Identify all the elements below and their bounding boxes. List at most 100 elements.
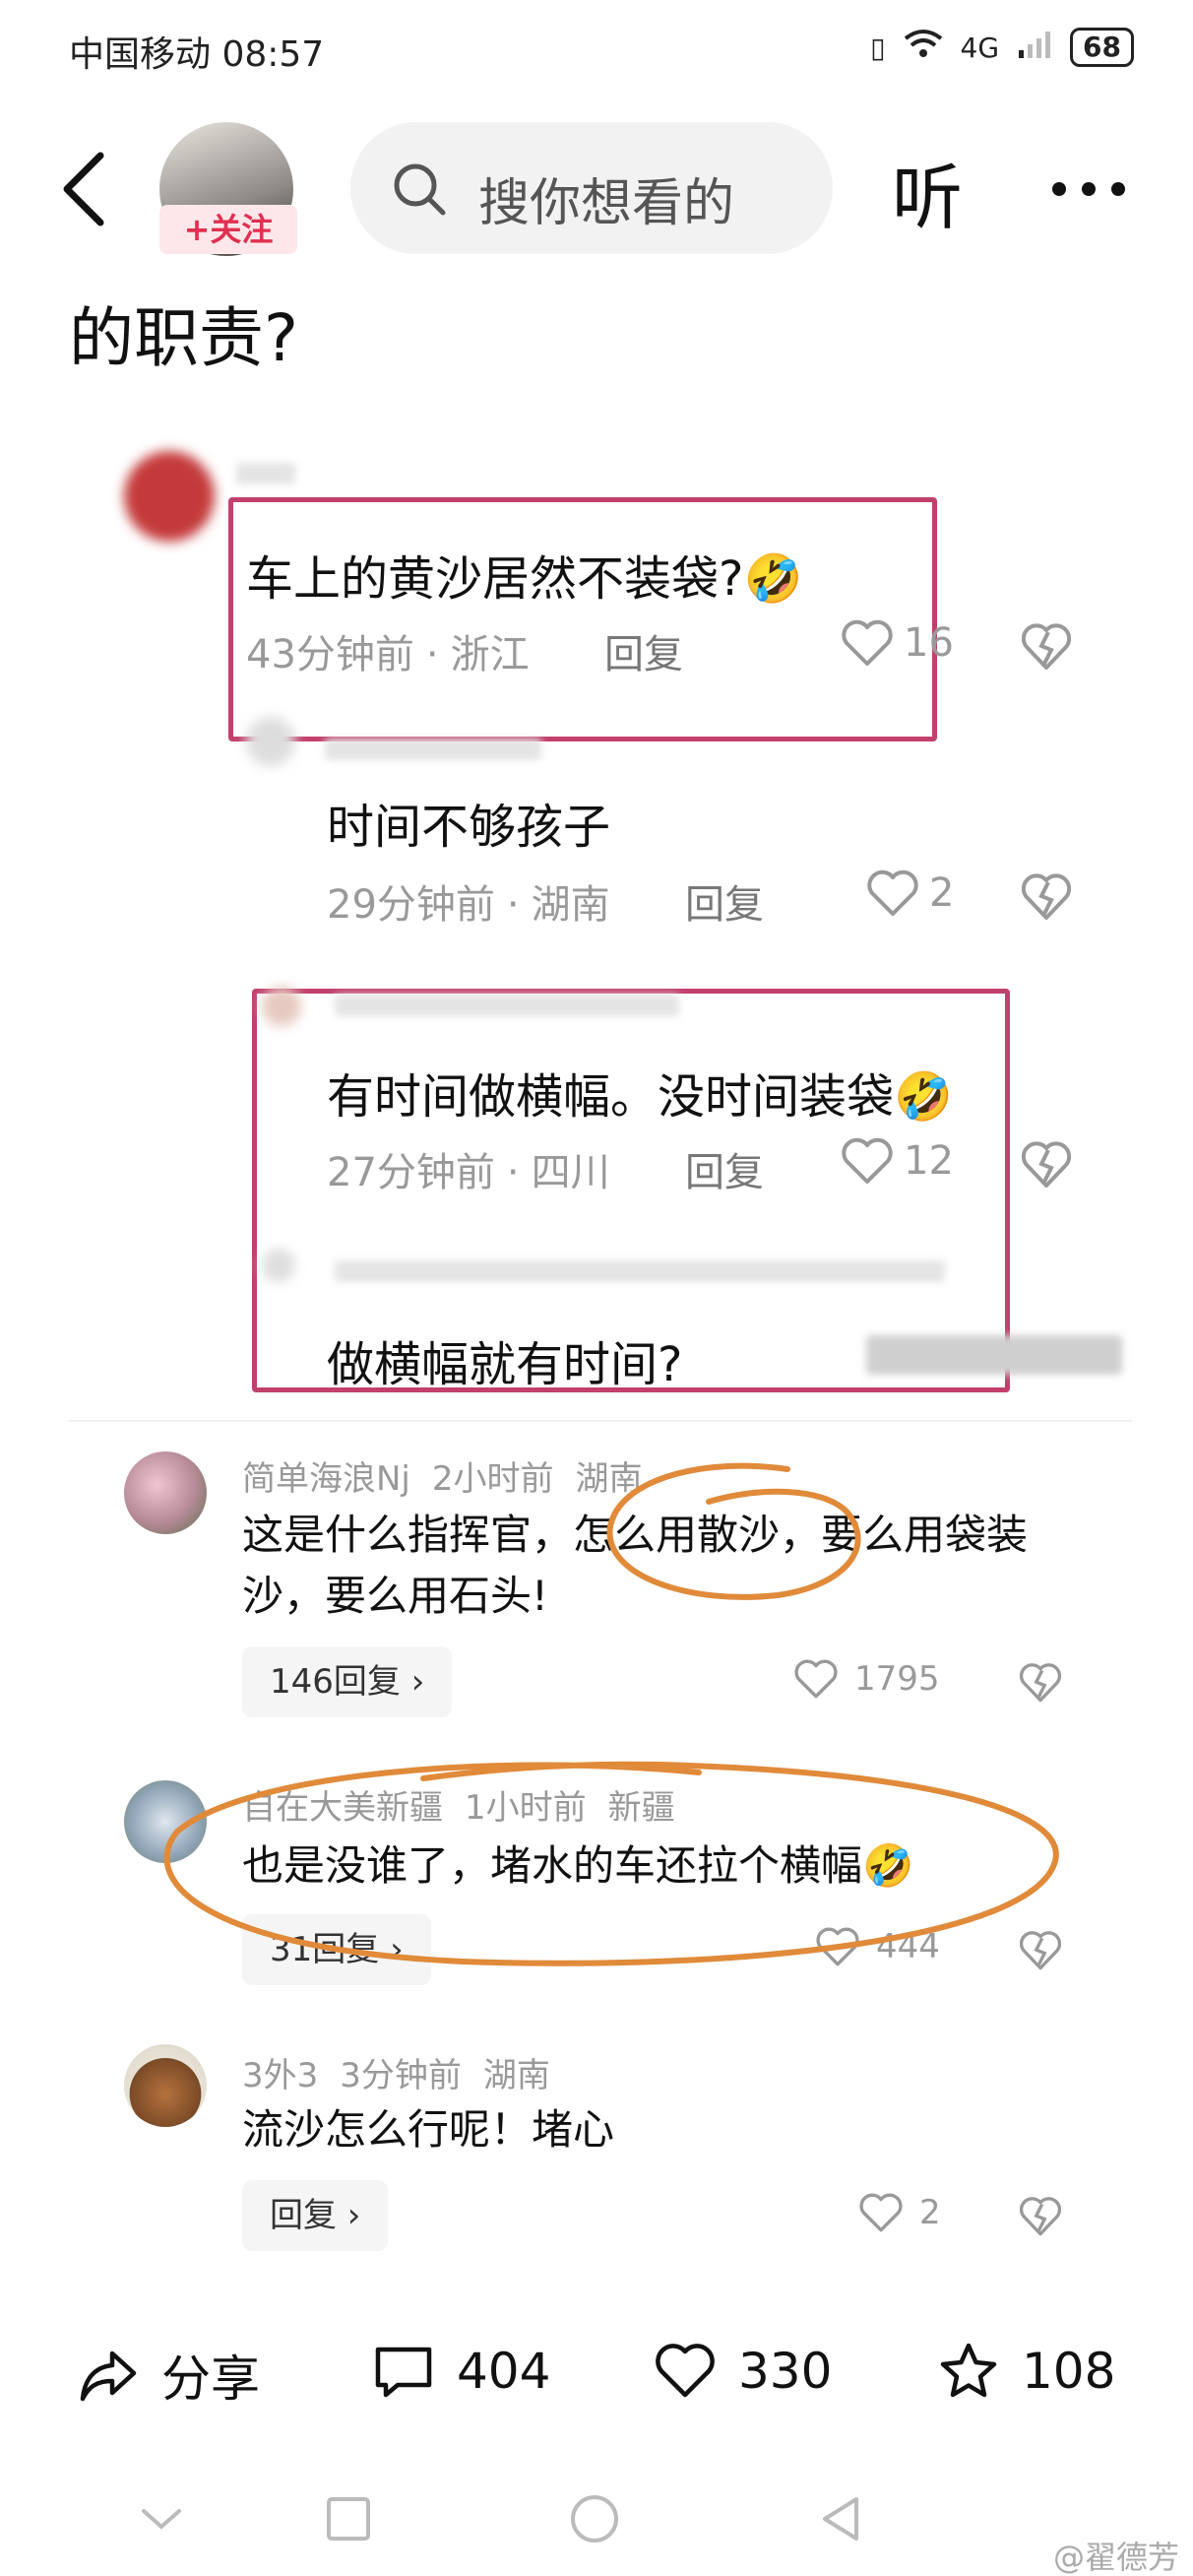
blurred-avatar	[262, 1249, 295, 1282]
like-post-button[interactable]: 330	[654, 2340, 832, 2403]
comment-meta: 简单海浪Nj 2小时前 湖南	[242, 1451, 664, 1500]
comment-username[interactable]: 自在大美新疆	[242, 1788, 443, 1828]
status-icons: ▯ 4G 68	[870, 28, 1134, 67]
action-bar: 分享 404 330 108	[0, 2314, 1193, 2422]
back-nav-icon[interactable]	[813, 2491, 868, 2546]
signal-icon	[1017, 29, 1052, 67]
system-nav-bar: @翟德芳	[0, 2462, 1193, 2576]
avatar[interactable]	[124, 1451, 207, 1534]
blurred-artifact	[866, 1335, 1122, 1375]
dislike-icon[interactable]	[1020, 1662, 1061, 1704]
view-replies-button[interactable]: 31回复 ›	[242, 1914, 431, 1985]
heart-icon	[842, 619, 893, 666]
search-input[interactable]: 搜你想看的	[350, 122, 833, 254]
comment-time: 3分钟前	[340, 2056, 462, 2095]
reply-button[interactable]: 回复	[685, 1140, 764, 1197]
view-replies-button[interactable]: 146回复 ›	[242, 1646, 453, 1717]
view-replies-button[interactable]: 回复 ›	[242, 2180, 389, 2251]
share-button[interactable]: 分享	[77, 2340, 260, 2411]
quoted-comment-text: 做横幅就有时间?	[327, 1337, 683, 1392]
blurred-username	[335, 995, 679, 1016]
like-button[interactable]: 2	[858, 2192, 941, 2233]
divider	[69, 1420, 1132, 1422]
heart-icon	[816, 1927, 859, 1966]
blurred-username	[236, 463, 295, 484]
blurred-avatar	[262, 987, 301, 1026]
reply-button[interactable]: 回复	[685, 872, 764, 930]
quoted-comment-text: 车上的黄沙居然不装袋?🤣	[246, 551, 803, 607]
comment-text: 这是什么指挥官，怎么用散沙，要么用袋装沙，要么用石头!	[242, 1511, 1029, 1620]
like-count: 16	[904, 620, 954, 666]
blurred-avatar	[124, 451, 215, 542]
dislike-icon[interactable]	[1020, 1930, 1061, 1971]
recents-icon[interactable]	[321, 2491, 376, 2546]
like-button[interactable]: 2	[866, 869, 954, 918]
comment-button[interactable]: 404	[372, 2340, 550, 2403]
heart-icon	[794, 1659, 838, 1699]
carrier-time: 中国移动 08:57	[69, 34, 325, 75]
comment-location: 新疆	[607, 1788, 675, 1828]
signal-label: 4G	[960, 31, 1000, 64]
avatar[interactable]	[124, 2044, 207, 2127]
comment-meta: 3外3 3分钟前 湖南	[242, 2048, 572, 2096]
comment-location: 湖南	[482, 2056, 550, 2095]
more-icon[interactable]	[1049, 179, 1128, 199]
like-button[interactable]: 12	[841, 1136, 954, 1186]
vibrate-icon: ▯	[870, 31, 886, 64]
chevron-left-icon	[63, 152, 104, 226]
like-button[interactable]: 16	[841, 618, 954, 668]
like-count: 444	[876, 1927, 940, 1966]
blurred-username	[335, 1260, 945, 1282]
comment-text: 流沙怎么行呢！堵心	[242, 2105, 615, 2154]
heart-icon	[867, 869, 918, 916]
comment-icon	[375, 2347, 432, 2398]
collapse-icon[interactable]	[134, 2491, 189, 2546]
quoted-comment-meta: 29分钟前 · 湖南	[327, 882, 610, 928]
heart-icon	[656, 2344, 715, 2398]
back-button[interactable]	[55, 150, 114, 228]
battery-indicator: 68	[1070, 28, 1134, 67]
comment-username[interactable]: 3外3	[242, 2056, 318, 2095]
share-label: 分享	[161, 2351, 260, 2408]
dislike-icon[interactable]	[1022, 1140, 1071, 1190]
quoted-comment-meta: 43分钟前 · 浙江	[246, 632, 530, 677]
home-icon[interactable]	[567, 2491, 622, 2546]
like-count: 1795	[854, 1659, 940, 1699]
heart-icon	[859, 2193, 903, 2232]
dislike-icon[interactable]	[1022, 622, 1071, 672]
top-nav: +关注 搜你想看的 听	[0, 108, 1193, 256]
post-title: 的职责?	[69, 300, 299, 376]
like-count: 330	[738, 2343, 833, 2400]
search-placeholder: 搜你想看的	[478, 174, 735, 233]
quoted-comment-text: 有时间做横幅。没时间装袋🤣	[327, 1069, 953, 1125]
blurred-username	[325, 739, 541, 760]
listen-button[interactable]: 听	[892, 140, 963, 243]
reply-button[interactable]: 回复	[604, 622, 683, 679]
like-button[interactable]: 1795	[793, 1658, 940, 1700]
comment-time: 1小时前	[465, 1788, 587, 1828]
blurred-avatar	[246, 717, 295, 766]
wifi-icon	[904, 29, 943, 67]
favorite-button[interactable]: 108	[937, 2340, 1115, 2403]
comment-meta: 自在大美新疆 1小时前 新疆	[242, 1780, 697, 1829]
status-bar: 中国移动 08:57 ▯ 4G 68	[0, 0, 1193, 98]
comment-location: 湖南	[575, 1459, 643, 1499]
dislike-icon[interactable]	[1020, 2196, 1061, 2237]
comment-time: 2小时前	[431, 1459, 554, 1499]
comment-text: 也是没谁了，堵水的车还拉个横幅🤣	[242, 1841, 914, 1890]
like-count: 12	[904, 1138, 954, 1184]
avatar[interactable]	[124, 1780, 207, 1863]
highlight-box	[228, 497, 937, 741]
heart-icon	[842, 1137, 893, 1184]
quoted-comment-meta: 27分钟前 · 四川	[327, 1150, 610, 1195]
dislike-icon[interactable]	[1022, 872, 1071, 922]
comment-username[interactable]: 简单海浪Nj	[242, 1459, 410, 1499]
star-icon	[940, 2343, 997, 2398]
favorite-count: 108	[1022, 2343, 1116, 2400]
watermark: @翟德芳	[1052, 2539, 1179, 2576]
comment-count: 404	[457, 2343, 551, 2400]
like-button[interactable]: 444	[815, 1926, 940, 1967]
follow-button[interactable]: +关注	[159, 205, 297, 254]
search-icon	[394, 163, 446, 216]
share-icon	[80, 2351, 137, 2402]
